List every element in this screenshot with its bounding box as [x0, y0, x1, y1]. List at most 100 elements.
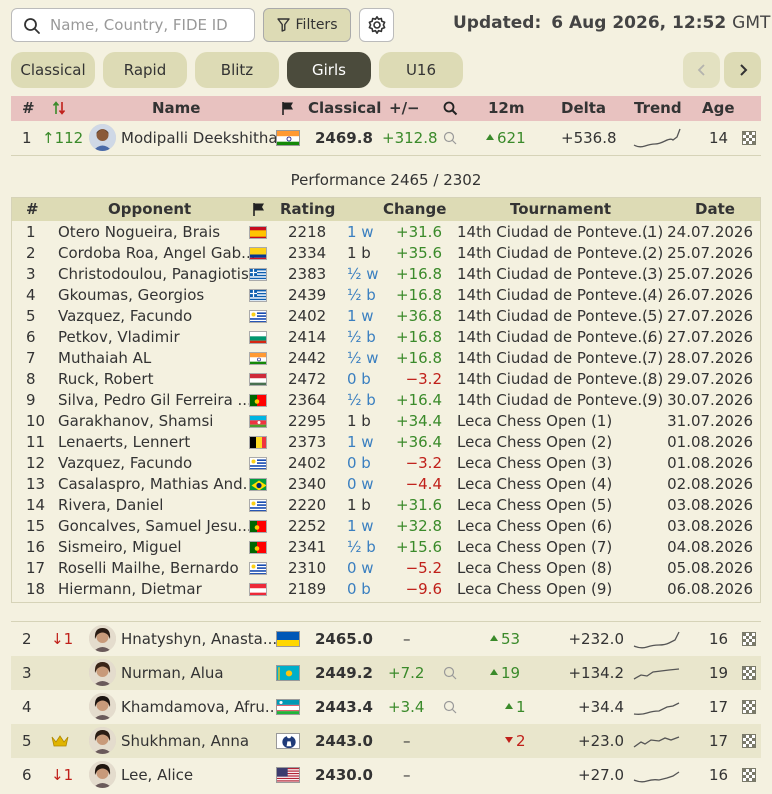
player-name[interactable]: Lee, Alice — [121, 766, 193, 784]
game-number: 2 — [26, 244, 36, 262]
tournament-name[interactable]: 14th Ciudad de Ponteve... — [457, 223, 652, 241]
table-row[interactable]: 4 Khamdamova, Afru... 2443.4 +3.4 1 +34.… — [11, 690, 761, 724]
opponent-row[interactable]: 13 Casalaspro, Mathias And... 2340 0 w −… — [12, 474, 760, 495]
tab-girls[interactable]: Girls — [287, 52, 371, 88]
opponent-name[interactable]: Ruck, Robert — [58, 370, 153, 388]
opponent-name[interactable]: Silva, Pedro Gil Ferreira ... — [58, 391, 252, 409]
sort-arrows-icon[interactable] — [52, 100, 66, 116]
chessboard-icon[interactable] — [742, 632, 756, 646]
opponent-row[interactable]: 9 Silva, Pedro Gil Ferreira ... 2364 ½ b… — [12, 390, 760, 411]
opponent-name[interactable]: Christodoulou, Panagiotis — [58, 265, 249, 283]
header-age[interactable]: Age — [702, 99, 735, 117]
table-row[interactable]: 2 ↓1 Hnatyshyn, Anasta... 2465.0 – 53 +2… — [11, 622, 761, 656]
tournament-name[interactable]: Leca Chess Open (5) — [457, 496, 612, 514]
opponent-row[interactable]: 14 Rivera, Daniel 2220 1 b +31.6 Leca Ch… — [12, 495, 760, 516]
flag-icon[interactable] — [281, 101, 296, 116]
opponent-name[interactable]: Garakhanov, Shamsi — [58, 412, 213, 430]
search-input[interactable] — [50, 12, 250, 38]
search-box[interactable] — [11, 8, 255, 42]
opponent-row[interactable]: 10 Garakhanov, Shamsi 2295 1 b +34.4 Lec… — [12, 411, 760, 432]
table-row[interactable]: 6 ↓1 Lee, Alice 2430.0 – +27.0 16 — [11, 758, 761, 792]
prev-page-button[interactable] — [683, 52, 720, 88]
tournament-name[interactable]: Leca Chess Open (8) — [457, 559, 612, 577]
tab-u16[interactable]: U16 — [379, 52, 463, 88]
player-name[interactable]: Modipalli Deekshitha — [121, 129, 278, 147]
tab-blitz[interactable]: Blitz — [195, 52, 279, 88]
header-classical[interactable]: Classical — [308, 99, 381, 117]
tournament-name[interactable]: Leca Chess Open (9) — [457, 580, 612, 598]
chessboard-icon[interactable] — [742, 734, 756, 748]
avatar — [89, 625, 116, 652]
opponent-row[interactable]: 16 Sismeiro, Miguel 2341 ½ b +15.6 Leca … — [12, 537, 760, 558]
tournament-name[interactable]: Leca Chess Open (3) — [457, 454, 612, 472]
search-icon[interactable] — [443, 666, 458, 681]
chessboard-icon[interactable] — [742, 666, 756, 680]
opponent-name[interactable]: Roselli Mailhe, Bernardo — [58, 559, 239, 577]
player-name[interactable]: Shukhman, Anna — [121, 732, 249, 750]
tournament-name[interactable]: Leca Chess Open (7) — [457, 538, 612, 556]
opponent-row[interactable]: 2 Cordoba Roa, Angel Gab... 2334 1 b +35… — [12, 243, 760, 264]
opponent-row[interactable]: 6 Petkov, Vladimir 2414 ½ b +16.8 14th C… — [12, 327, 760, 348]
opponent-row[interactable]: 18 Hiermann, Dietmar 2189 0 b −9.6 Leca … — [12, 579, 760, 600]
tournament-name[interactable]: Leca Chess Open (6) — [457, 517, 612, 535]
tournament-name[interactable]: 14th Ciudad de Ponteve... — [457, 286, 652, 304]
tab-rapid[interactable]: Rapid — [103, 52, 187, 88]
opponent-row[interactable]: 12 Vazquez, Facundo 2402 0 b −3.2 Leca C… — [12, 453, 760, 474]
chessboard-icon[interactable] — [742, 131, 756, 145]
tournament-name[interactable]: Leca Chess Open (4) — [457, 475, 612, 493]
table-row[interactable]: 1 ↑112 Modipalli Deekshitha 2469.8 +312.… — [11, 121, 761, 155]
player-name[interactable]: Hnatyshyn, Anasta... — [121, 630, 277, 648]
tournament-name[interactable]: 14th Ciudad de Ponteve... — [457, 328, 652, 346]
opponent-name[interactable]: Rivera, Daniel — [58, 496, 163, 514]
crown-icon — [51, 735, 69, 747]
opponent-name[interactable]: Sismeiro, Miguel — [58, 538, 182, 556]
opponent-row[interactable]: 3 Christodoulou, Panagiotis 2383 ½ w +16… — [12, 264, 760, 285]
player-name[interactable]: Khamdamova, Afru... — [121, 698, 279, 716]
tournament-name[interactable]: Leca Chess Open (2) — [457, 433, 612, 451]
tournament-name[interactable]: Leca Chess Open (1) — [457, 412, 612, 430]
tournament-name[interactable]: 14th Ciudad de Ponteve... — [457, 244, 652, 262]
opponent-row[interactable]: 4 Gkoumas, Georgios 2439 ½ b +16.8 14th … — [12, 285, 760, 306]
opponent-name[interactable]: Muthaiah AL — [58, 349, 151, 367]
chessboard-icon[interactable] — [742, 768, 756, 782]
tournament-name[interactable]: 14th Ciudad de Ponteve... — [457, 391, 652, 409]
player-name[interactable]: Nurman, Alua — [121, 664, 224, 682]
tournament-name[interactable]: 14th Ciudad de Ponteve... — [457, 265, 652, 283]
chessboard-icon[interactable] — [742, 700, 756, 714]
rating-change: +35.6 — [396, 244, 442, 262]
opponent-row[interactable]: 15 Goncalves, Samuel Jesu... 2252 1 w +3… — [12, 516, 760, 537]
tab-classical[interactable]: Classical — [11, 52, 95, 88]
opponent-name[interactable]: Hiermann, Dietmar — [58, 580, 202, 598]
opponent-name[interactable]: Lenaerts, Lennert — [58, 433, 190, 451]
opponent-row[interactable]: 17 Roselli Mailhe, Bernardo 2310 0 w −5.… — [12, 558, 760, 579]
header-delta[interactable]: Delta — [561, 99, 606, 117]
settings-button[interactable] — [359, 8, 394, 42]
search-icon[interactable] — [443, 131, 458, 146]
tournament-name[interactable]: 14th Ciudad de Ponteve... — [457, 370, 652, 388]
search-icon[interactable] — [443, 700, 458, 715]
opponent-name[interactable]: Gkoumas, Georgios — [58, 286, 204, 304]
opponent-row[interactable]: 5 Vazquez, Facundo 2402 1 w +36.8 14th C… — [12, 306, 760, 327]
opponent-row[interactable]: 7 Muthaiah AL 2442 ½ w +16.8 14th Ciudad… — [12, 348, 760, 369]
opponent-name[interactable]: Cordoba Roa, Angel Gab... — [58, 244, 255, 262]
search-icon[interactable] — [443, 101, 458, 116]
opponent-name[interactable]: Casalaspro, Mathias And... — [58, 475, 257, 493]
tournament-name[interactable]: 14th Ciudad de Ponteve... — [457, 307, 652, 325]
opponent-name[interactable]: Goncalves, Samuel Jesu... — [58, 517, 252, 535]
opponent-row[interactable]: 8 Ruck, Robert 2472 0 b −3.2 14th Ciudad… — [12, 369, 760, 390]
filters-button[interactable]: Filters — [263, 8, 351, 42]
table-row[interactable]: 5 Shukhman, Anna 2443.0 – 2 +23.0 17 — [11, 724, 761, 758]
opponent-name[interactable]: Otero Nogueira, Brais — [58, 223, 220, 241]
rating-plusminus: – — [403, 766, 411, 784]
opponent-name[interactable]: Vazquez, Facundo — [58, 454, 192, 472]
next-page-button[interactable] — [724, 52, 761, 88]
opponent-row[interactable]: 1 Otero Nogueira, Brais 2218 1 w +31.6 1… — [12, 222, 760, 243]
header-name[interactable]: Name — [152, 99, 200, 117]
table-row[interactable]: 3 Nurman, Alua 2449.2 +7.2 19 +134.2 19 — [11, 656, 761, 690]
opponent-name[interactable]: Petkov, Vladimir — [58, 328, 180, 346]
opponent-name[interactable]: Vazquez, Facundo — [58, 307, 192, 325]
header-12m[interactable]: 12m — [488, 99, 525, 117]
tournament-name[interactable]: 14th Ciudad de Ponteve... — [457, 349, 652, 367]
header-plusminus[interactable]: +/− — [389, 99, 420, 117]
opponent-row[interactable]: 11 Lenaerts, Lennert 2373 1 w +36.4 Leca… — [12, 432, 760, 453]
